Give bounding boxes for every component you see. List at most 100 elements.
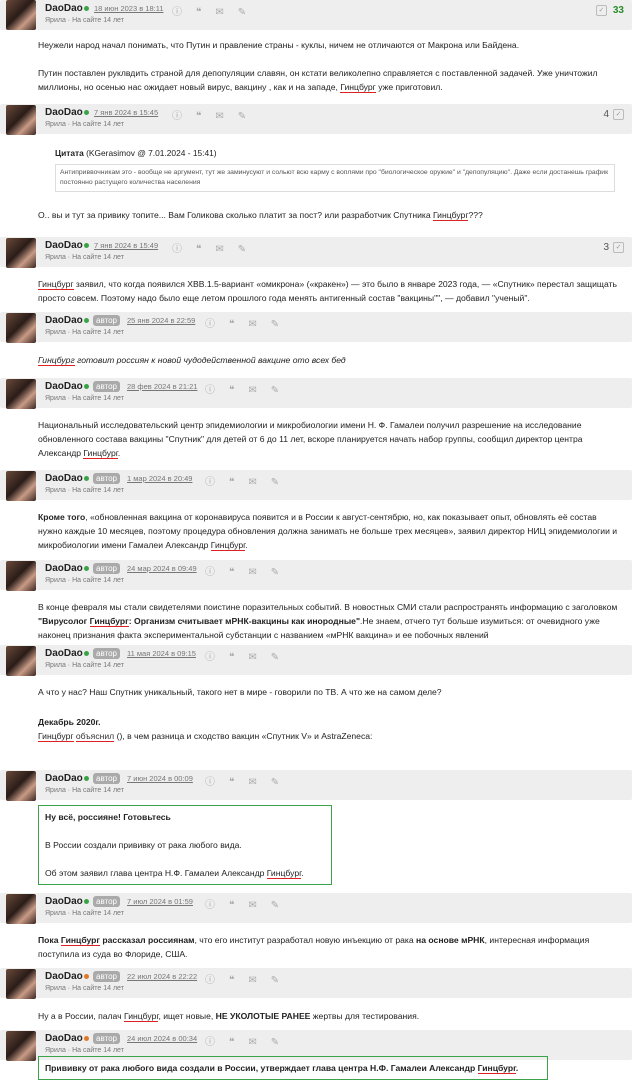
comment-date[interactable]: 22 июл 2024 в 22:22 [127, 972, 197, 981]
message-icon[interactable]: ✉ [248, 477, 256, 488]
edit-icon[interactable]: ✎ [238, 111, 246, 122]
username[interactable]: DaoDao [45, 107, 83, 118]
avatar[interactable] [6, 0, 36, 30]
edit-icon[interactable]: ✎ [271, 567, 279, 578]
username[interactable]: DaoDao [45, 648, 83, 659]
paragraph: Об этом заявил глава центра Н.Ф. Гамалеи… [45, 866, 325, 880]
info-icon[interactable]: ⓘ [205, 381, 215, 396]
username[interactable]: DaoDao [45, 240, 83, 251]
username[interactable]: DaoDao [45, 1033, 83, 1044]
username[interactable]: DaoDao [45, 473, 83, 484]
info-icon[interactable]: ⓘ [205, 563, 215, 578]
quote-icon[interactable]: ❝ [196, 244, 201, 255]
rating: 3 ✓ [597, 242, 624, 253]
comment-actions: ⓘ ❝ ✉ ✎ [172, 3, 260, 18]
info-icon[interactable]: ⓘ [172, 240, 182, 255]
info-icon[interactable]: ⓘ [205, 773, 215, 788]
quote-icon[interactable]: ❝ [229, 1037, 234, 1048]
message-icon[interactable]: ✉ [248, 777, 256, 788]
username[interactable]: DaoDao [45, 773, 83, 784]
avatar[interactable] [6, 646, 36, 676]
avatar[interactable] [6, 894, 36, 924]
bold-text: Пока [38, 935, 61, 945]
comment-date[interactable]: 7 июл 2024 в 01:59 [127, 897, 193, 906]
comment-date[interactable]: 7 янв 2024 в 15:45 [94, 108, 158, 117]
info-icon[interactable]: ⓘ [172, 107, 182, 122]
quote-icon[interactable]: ❝ [229, 900, 234, 911]
comment-date[interactable]: 11 мая 2024 в 09:15 [127, 649, 196, 658]
avatar[interactable] [6, 313, 36, 343]
info-icon[interactable]: ⓘ [205, 1033, 215, 1048]
quote-icon[interactable]: ❝ [196, 111, 201, 122]
quote-icon[interactable]: ❝ [229, 777, 234, 788]
edit-icon[interactable]: ✎ [271, 975, 279, 986]
comment-date[interactable]: 28 фев 2024 в 21:21 [127, 382, 197, 391]
edit-icon[interactable]: ✎ [238, 244, 246, 255]
quote-icon[interactable]: ❝ [229, 652, 234, 663]
comment-date[interactable]: 7 янв 2024 в 15:49 [94, 241, 158, 250]
comment-date[interactable]: 25 янв 2024 в 22:59 [127, 316, 195, 325]
username[interactable]: DaoDao [45, 563, 83, 574]
avatar[interactable] [6, 379, 36, 409]
online-status-icon [84, 899, 89, 904]
username[interactable]: DaoDao [45, 315, 83, 326]
edit-icon[interactable]: ✎ [271, 1037, 279, 1048]
quote-icon[interactable]: ❝ [229, 975, 234, 986]
info-icon[interactable]: ⓘ [205, 473, 215, 488]
avatar[interactable] [6, 969, 36, 999]
message-icon[interactable]: ✉ [248, 1037, 256, 1048]
username[interactable]: DaoDao [45, 971, 83, 982]
rate-icon[interactable]: ✓ [595, 5, 607, 16]
avatar[interactable] [6, 238, 36, 268]
avatar[interactable] [6, 771, 36, 801]
info-icon[interactable]: ⓘ [205, 648, 215, 663]
info-icon[interactable]: ⓘ [205, 896, 215, 911]
message-icon[interactable]: ✉ [248, 567, 256, 578]
username[interactable]: DaoDao [45, 381, 83, 392]
comment-date[interactable]: 7 июн 2024 в 00:09 [127, 774, 193, 783]
quote-icon[interactable]: ❝ [196, 7, 201, 18]
message-icon[interactable]: ✉ [215, 111, 223, 122]
info-icon[interactable]: ⓘ [172, 3, 182, 18]
comment-body: Ну а в России, палач Гинцбург, ищет новы… [38, 1009, 620, 1023]
quote-icon[interactable]: ❝ [229, 567, 234, 578]
info-icon[interactable]: ⓘ [205, 971, 215, 986]
rate-icon[interactable]: ✓ [613, 242, 624, 253]
edit-icon[interactable]: ✎ [238, 7, 246, 18]
message-icon[interactable]: ✉ [215, 7, 223, 18]
message-icon[interactable]: ✉ [248, 319, 256, 330]
link[interactable]: объяснил [75, 731, 115, 742]
username[interactable]: DaoDao [45, 3, 83, 14]
quote-icon[interactable]: ❝ [229, 385, 234, 396]
edit-icon[interactable]: ✎ [271, 319, 279, 330]
edit-icon[interactable]: ✎ [271, 900, 279, 911]
highlighted-name: Гинцбург [124, 1011, 159, 1022]
avatar[interactable] [6, 1031, 36, 1061]
message-icon[interactable]: ✉ [248, 652, 256, 663]
comment-date[interactable]: 18 июн 2023 в 18:11 [94, 4, 164, 13]
comment-date[interactable]: 24 июл 2024 в 00:34 [127, 1034, 197, 1043]
info-icon[interactable]: ⓘ [205, 315, 215, 330]
message-icon[interactable]: ✉ [248, 975, 256, 986]
message-icon[interactable]: ✉ [215, 244, 223, 255]
username[interactable]: DaoDao [45, 896, 83, 907]
edit-icon[interactable]: ✎ [271, 477, 279, 488]
avatar[interactable] [6, 471, 36, 501]
comment-date[interactable]: 1 мар 2024 в 20:49 [127, 474, 192, 483]
rate-icon[interactable]: ✓ [613, 109, 624, 120]
comment-date[interactable]: 24 мар 2024 в 09:49 [127, 564, 197, 573]
quote-icon[interactable]: ❝ [229, 319, 234, 330]
edit-icon[interactable]: ✎ [271, 385, 279, 396]
message-icon[interactable]: ✉ [248, 900, 256, 911]
avatar[interactable] [6, 561, 36, 591]
user-nick: Ярила [45, 577, 66, 584]
quote-icon[interactable]: ❝ [229, 477, 234, 488]
message-icon[interactable]: ✉ [248, 385, 256, 396]
comment-body: О.. вы и тут за привику топите... Вам Го… [38, 208, 620, 222]
edit-icon[interactable]: ✎ [271, 777, 279, 788]
comment-body: Гинцбург готовит россиян к новой чудодей… [38, 353, 620, 367]
highlighted-name: Гинцбург [38, 279, 74, 290]
avatar[interactable] [6, 105, 36, 135]
edit-icon[interactable]: ✎ [271, 652, 279, 663]
author-badge: автор [93, 773, 120, 784]
